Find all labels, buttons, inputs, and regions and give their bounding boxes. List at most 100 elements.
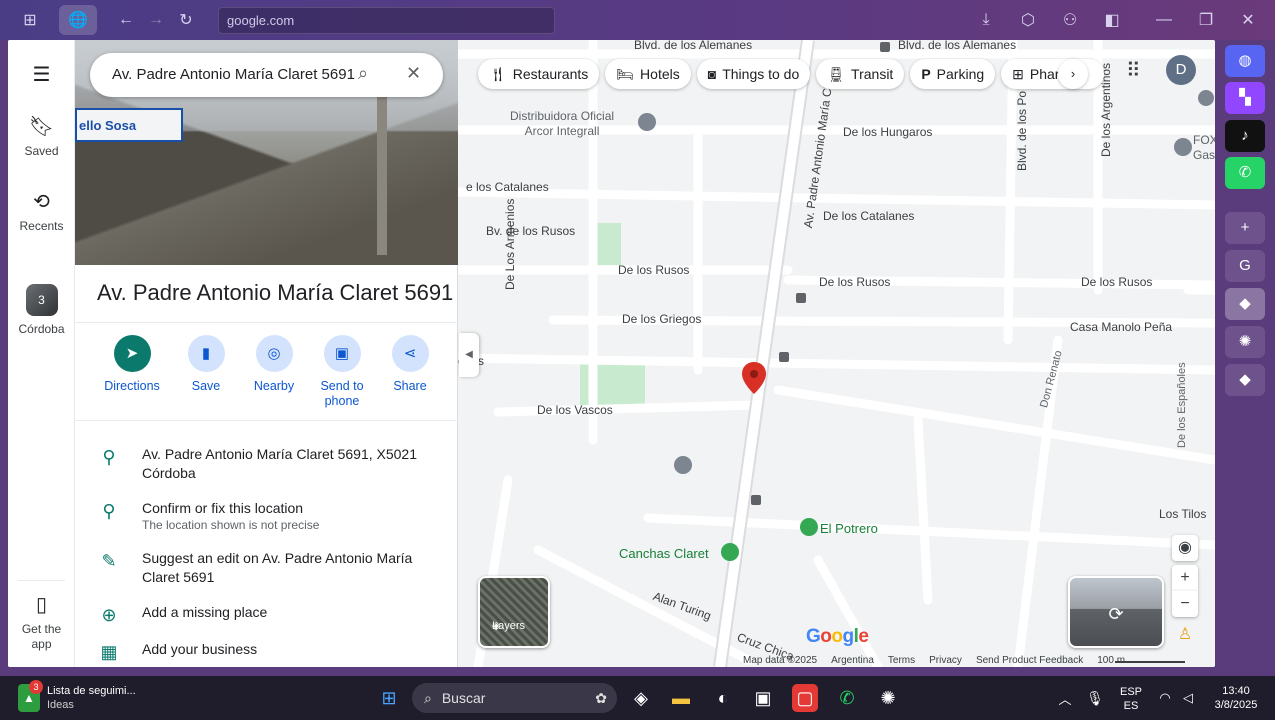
saved-button[interactable]: 🔖︎ Saved: [8, 114, 75, 158]
feedback-link[interactable]: Send Product Feedback: [976, 655, 1083, 666]
collapse-panel-button[interactable]: ◀: [459, 333, 479, 377]
poi-marker[interactable]: [638, 113, 656, 131]
opera-gx-icon[interactable]: ▢: [792, 684, 818, 712]
image-viewer-icon[interactable]: ▣: [750, 684, 776, 712]
opera-icon[interactable]: ◐: [710, 684, 736, 712]
chip-pharmacies[interactable]: ⊞ Pharma: [1001, 59, 1104, 89]
bus-stop-icon[interactable]: [779, 352, 789, 362]
chip-label: Transit: [851, 66, 894, 82]
widget-title[interactable]: Lista de seguimi...: [47, 684, 136, 698]
nearby-button[interactable]: ◎ Nearby: [239, 335, 309, 393]
chevron-up-icon[interactable]: ︿: [1056, 684, 1074, 712]
volume-icon[interactable]: ◁: [1179, 684, 1197, 712]
notification-badge: 3: [29, 680, 43, 694]
file-explorer-icon[interactable]: ▬: [668, 684, 694, 712]
place-panel: ello Sosa Av. Padre Antonio María Claret…: [75, 40, 458, 667]
reload-button[interactable]: ↻: [171, 5, 201, 35]
place-thumbnail: 3: [25, 284, 58, 316]
clock-time[interactable]: 13:40: [1205, 684, 1267, 698]
region-link[interactable]: Argentina: [831, 655, 874, 666]
search-input[interactable]: Av. Padre Antonio María Claret 5691: [112, 66, 355, 83]
zoom-out-button[interactable]: −: [1172, 591, 1198, 617]
crosshair-icon: ◉: [1178, 539, 1192, 556]
google-icon[interactable]: G: [1225, 250, 1265, 282]
add-app-icon[interactable]: +: [1225, 212, 1265, 244]
chip-parking[interactable]: P Parking: [910, 59, 996, 89]
discord-icon[interactable]: ◍: [1225, 45, 1265, 77]
street-label: De los Catalanes: [823, 209, 915, 223]
pegman-button[interactable]: ♙: [1172, 622, 1198, 648]
get-app-button[interactable]: ▯ Get the app: [8, 592, 75, 652]
recents-button[interactable]: ⟲ Recents: [8, 189, 75, 233]
windows-start-icon[interactable]: ⊞: [376, 684, 402, 712]
map-canvas[interactable]: Blvd. de los Alemanes Blvd. de los Alema…: [458, 40, 1215, 667]
clock-date[interactable]: 3/8/2025: [1205, 698, 1267, 712]
street-view-thumbnail[interactable]: ⟳: [1068, 576, 1164, 648]
forward-button[interactable]: →: [141, 5, 171, 35]
address-bar[interactable]: google.com: [218, 7, 555, 34]
maps-icon[interactable]: ◆: [1225, 288, 1265, 320]
privacy-link[interactable]: Privacy: [929, 655, 962, 666]
whatsapp-taskbar-icon[interactable]: ✆: [834, 684, 860, 712]
chips-next-button[interactable]: ›: [1058, 59, 1088, 89]
zoom-in-button[interactable]: +: [1172, 565, 1198, 591]
search-icon[interactable]: ⌕: [358, 63, 368, 84]
share-button[interactable]: ⋖ Share: [375, 335, 445, 393]
my-location-button[interactable]: ◉: [1172, 535, 1198, 561]
menu-button[interactable]: ☰: [8, 62, 75, 88]
send-to-phone-button[interactable]: ▣ Send to phone: [307, 335, 377, 409]
poi-marker[interactable]: [1174, 138, 1192, 156]
back-button[interactable]: ←: [111, 5, 141, 35]
search-box[interactable]: Av. Padre Antonio María Claret 5691 ⌕ ✕: [90, 53, 443, 97]
sidebar-toggle-icon[interactable]: ◧: [1091, 5, 1133, 35]
bus-stop-icon[interactable]: [751, 495, 761, 505]
gamepad-icon[interactable]: ⊞: [15, 5, 45, 35]
poi-marker[interactable]: [674, 456, 692, 474]
close-window-button[interactable]: ✕: [1227, 5, 1269, 35]
chatgpt-icon[interactable]: ✺: [1225, 326, 1265, 358]
chatgpt-taskbar-icon[interactable]: ✺: [875, 684, 901, 712]
bus-stop-icon[interactable]: [880, 42, 890, 52]
language-code[interactable]: ESP: [1117, 685, 1145, 699]
save-button[interactable]: ▮ Save: [171, 335, 241, 393]
chip-transit[interactable]: 🚆︎ Transit: [816, 59, 905, 89]
bookmark-icon: ▮: [187, 335, 225, 372]
extensions-icon[interactable]: ⬡: [1007, 5, 1049, 35]
microphone-icon[interactable]: 🎙︎: [1086, 684, 1104, 712]
download-icon[interactable]: ⤓: [965, 5, 1007, 35]
avatar[interactable]: D: [1166, 55, 1196, 85]
twitch-icon[interactable]: ▚: [1225, 82, 1265, 114]
bus-stop-icon[interactable]: [796, 293, 806, 303]
tiktok-icon[interactable]: ♪: [1225, 120, 1265, 152]
maps-alt-icon[interactable]: ◆: [1225, 364, 1265, 396]
chip-hotels[interactable]: 🛏︎ Hotels: [605, 59, 691, 89]
taskbar-search[interactable]: ⌕ Buscar ✿: [412, 683, 617, 713]
pin-center: [750, 370, 758, 378]
browser-sidebar: ◍ ▚ ♪ ✆ + G ◆ ✺ ◆: [1215, 40, 1275, 667]
poi-marker-green[interactable]: [721, 543, 739, 561]
layers-button[interactable]: ◈ Layers: [478, 576, 550, 648]
directions-button[interactable]: ➤ Directions: [97, 335, 167, 393]
poi-marker-green[interactable]: [800, 518, 818, 536]
chip-restaurants[interactable]: 🍴︎ Restaurants: [478, 59, 600, 89]
scale-label[interactable]: 100 m: [1097, 655, 1125, 666]
close-icon[interactable]: ✕: [406, 63, 421, 84]
street-label: De los Griegos: [622, 312, 702, 326]
browser-tab-icon[interactable]: 🌐: [59, 5, 97, 35]
recents-label: Recents: [19, 219, 64, 233]
copilot-icon[interactable]: ◈: [628, 684, 654, 712]
chip-label: Things to do: [722, 66, 800, 82]
chip-label: Hotels: [640, 66, 680, 82]
profile-icon[interactable]: ⚇: [1049, 5, 1091, 35]
terms-link[interactable]: Terms: [888, 655, 915, 666]
rotate-icon: ⟳: [1108, 604, 1124, 624]
minimize-button[interactable]: —: [1143, 5, 1185, 35]
recent-place-cordoba[interactable]: 3 Córdoba: [8, 284, 75, 336]
chip-things-to-do[interactable]: ◙ Things to do: [696, 59, 811, 89]
apps-grid-icon[interactable]: ⠿: [1126, 58, 1141, 83]
whatsapp-icon[interactable]: ✆: [1225, 157, 1265, 189]
poi-marker[interactable]: [1198, 90, 1214, 106]
parking-icon: P: [921, 66, 931, 82]
wifi-icon[interactable]: ◠: [1156, 684, 1174, 712]
maximize-button[interactable]: ❐: [1185, 5, 1227, 35]
